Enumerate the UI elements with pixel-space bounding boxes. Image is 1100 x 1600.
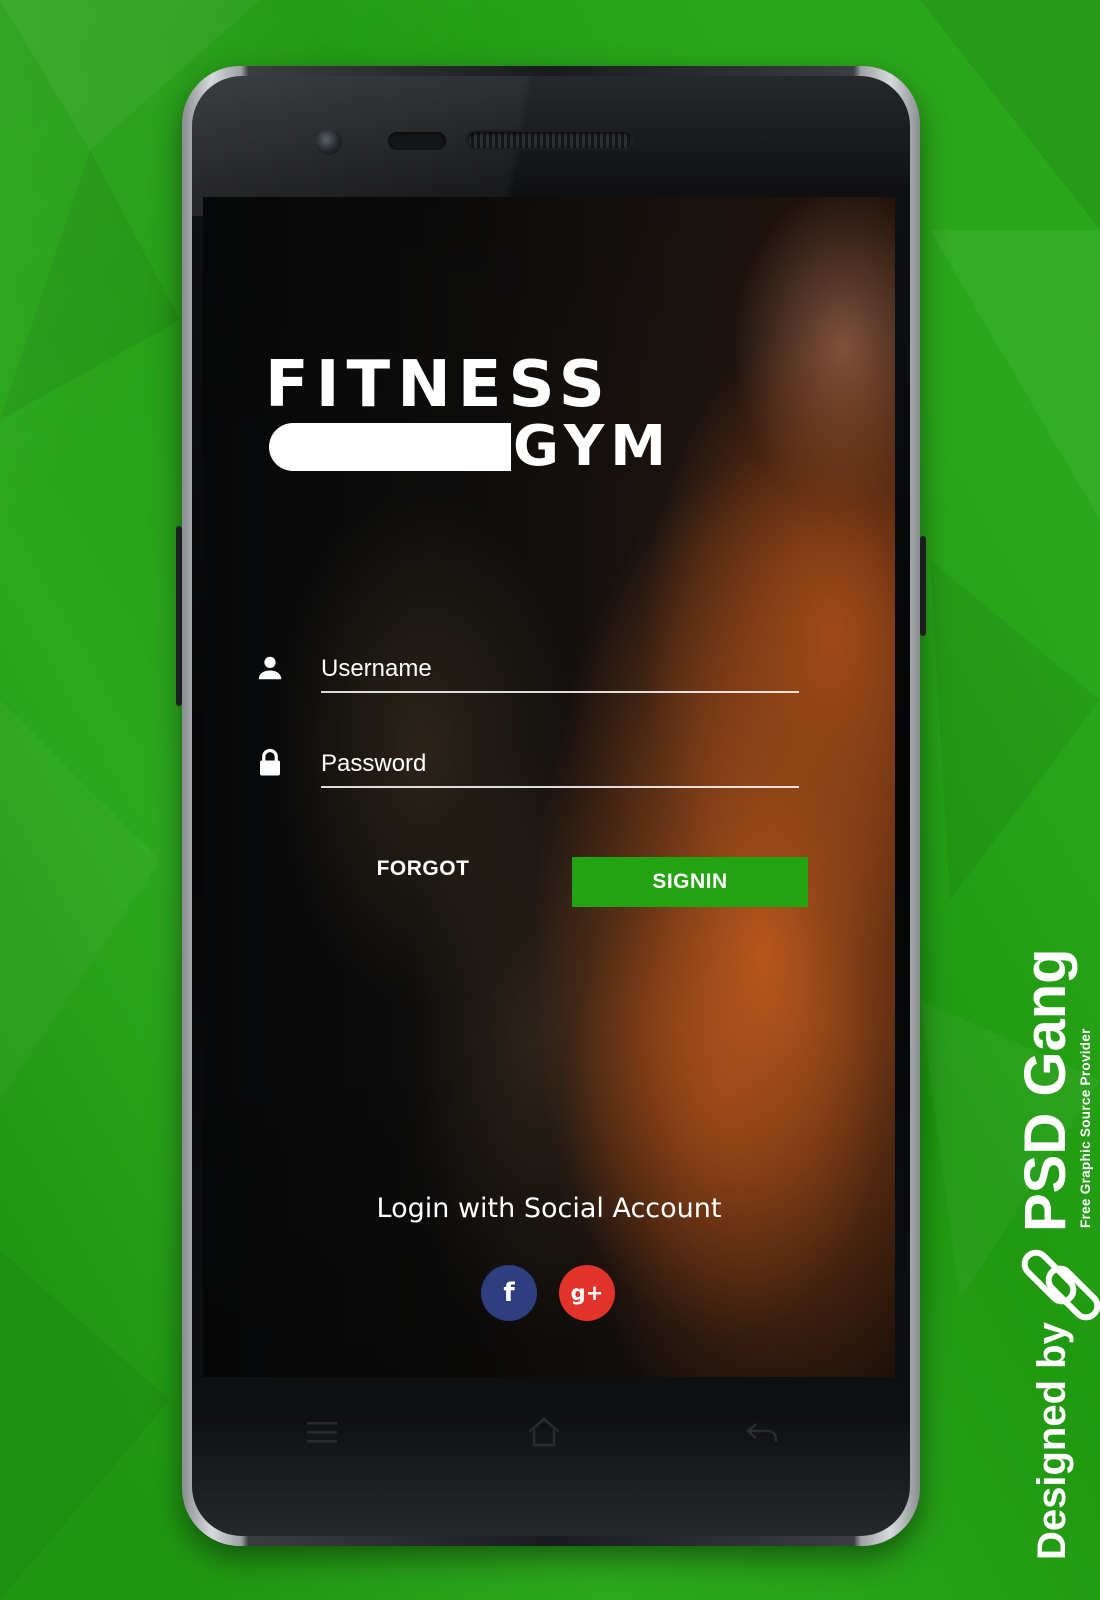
volume-button	[176, 526, 182, 706]
signin-button[interactable]: SIGNIN	[572, 857, 808, 907]
designer-watermark: Designed by PSD Gang Free Graphic Source…	[1013, 948, 1100, 1560]
login-screen: FITNESS GYM FORGOT SIGNIN Login with Soc…	[203, 197, 895, 1377]
logo-bar	[269, 423, 511, 471]
nav-home-button[interactable]	[519, 1407, 569, 1457]
menu-icon	[307, 1422, 337, 1443]
username-field	[255, 647, 815, 707]
user-icon	[258, 656, 282, 680]
facebook-login-button[interactable]: f	[481, 1265, 537, 1321]
watermark-tagline: Free Graphic Source Provider	[1078, 1028, 1093, 1228]
proximity-sensor	[388, 132, 446, 150]
android-navigation-bar	[203, 1377, 895, 1497]
username-input[interactable]	[321, 647, 799, 693]
nav-menu-button[interactable]	[297, 1407, 347, 1457]
social-login-label: Login with Social Account	[376, 1193, 722, 1224]
facebook-icon: f	[503, 1278, 515, 1308]
password-field	[255, 742, 815, 802]
power-button	[920, 536, 926, 636]
home-icon	[528, 1417, 560, 1447]
earpiece-speaker	[468, 132, 632, 148]
app-logo: FITNESS GYM	[265, 353, 725, 483]
lock-icon	[260, 748, 280, 776]
back-icon	[746, 1423, 778, 1442]
logo-text-fitness: FITNESS	[265, 348, 612, 422]
password-input[interactable]	[321, 742, 799, 788]
watermark-designed-by: Designed by	[1030, 1322, 1074, 1560]
watermark-brand: PSD Gang	[1013, 948, 1078, 1232]
logo-text-gym: GYM	[513, 414, 673, 479]
google-plus-login-button[interactable]: g+	[559, 1265, 615, 1321]
google-plus-icon: g+	[570, 1281, 604, 1305]
front-camera	[316, 129, 342, 155]
psd-gang-logo-icon	[1021, 1249, 1100, 1321]
forgot-button[interactable]: FORGOT	[343, 847, 503, 891]
nav-back-button[interactable]	[737, 1407, 787, 1457]
